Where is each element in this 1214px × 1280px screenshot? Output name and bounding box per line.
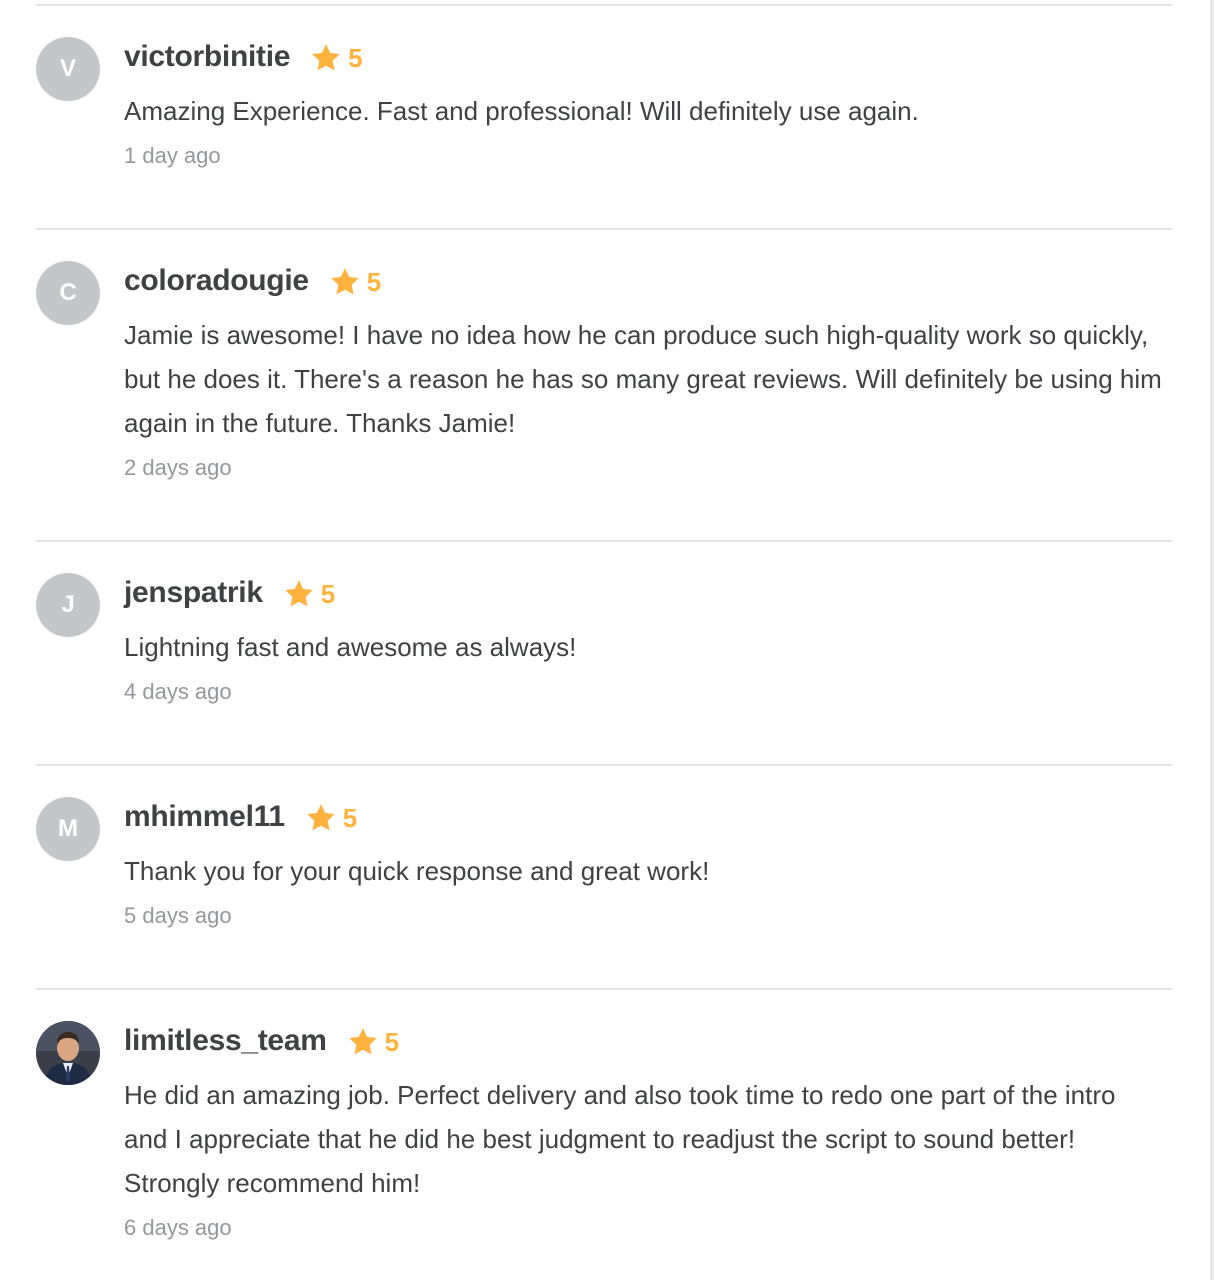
- scrollbar-track[interactable]: [1210, 0, 1214, 1280]
- rating: 5: [283, 578, 335, 610]
- review-header: limitless_team 5: [124, 1021, 1172, 1061]
- review-item: M mhimmel11 5 Thank you for your quick r…: [36, 764, 1172, 988]
- review-item: J jenspatrik 5 Lightning fast and awesom…: [36, 540, 1172, 764]
- reviewer-username[interactable]: jenspatrik: [124, 576, 263, 610]
- rating: 5: [310, 42, 363, 74]
- avatar[interactable]: C: [36, 261, 100, 325]
- review-text: Jamie is awesome! I have no idea how he …: [124, 320, 1162, 438]
- review-date: 5 days ago: [124, 903, 232, 928]
- rating-score: 5: [348, 42, 363, 73]
- avatar[interactable]: V: [36, 37, 100, 101]
- reviewer-username[interactable]: limitless_team: [124, 1024, 327, 1058]
- review-item: limitless_team 5 He did an amazing job. …: [36, 988, 1172, 1280]
- reviewer-username[interactable]: mhimmel11: [124, 800, 285, 834]
- rating-score: 5: [384, 1026, 400, 1057]
- star-icon: [306, 804, 335, 831]
- review-text: Lightning fast and awesome as always!: [124, 632, 577, 662]
- user-photo-avatar[interactable]: [36, 1021, 100, 1085]
- review-item: V victorbinitie 5 Amazing Experience. Fa…: [36, 4, 1172, 228]
- rating: 5: [305, 802, 357, 834]
- review-date: 4 days ago: [124, 679, 232, 704]
- review-text: Amazing Experience. Fast and professiona…: [124, 96, 919, 126]
- reviews-page: V victorbinitie 5 Amazing Experience. Fa…: [0, 0, 1214, 1280]
- review-header: victorbinitie 5: [124, 37, 1172, 77]
- user-photo-icon: [36, 1021, 100, 1085]
- rating: 5: [347, 1026, 399, 1058]
- review-header: mhimmel11 5: [124, 797, 1172, 837]
- avatar[interactable]: M: [36, 797, 100, 861]
- reviewer-username[interactable]: coloradougie: [124, 264, 309, 298]
- star-icon: [312, 44, 340, 71]
- review-date: 2 days ago: [124, 455, 232, 480]
- rating-score: 5: [320, 578, 336, 609]
- review-text: Thank you for your quick response and gr…: [124, 856, 710, 886]
- rating-score: 5: [342, 802, 358, 833]
- review-header: coloradougie 5: [124, 261, 1172, 301]
- star-icon: [331, 268, 359, 295]
- review-text: He did an amazing job. Perfect delivery …: [124, 1080, 1116, 1198]
- review-list: V victorbinitie 5 Amazing Experience. Fa…: [36, 4, 1172, 1280]
- review-header: jenspatrik 5: [124, 573, 1172, 613]
- avatar[interactable]: J: [36, 573, 100, 637]
- review-date: 6 days ago: [124, 1215, 232, 1240]
- rating: 5: [329, 266, 381, 298]
- star-icon: [348, 1028, 377, 1055]
- review-item: C coloradougie 5 Jamie is awesome! I hav…: [36, 228, 1172, 540]
- rating-score: 5: [366, 266, 382, 297]
- star-icon: [285, 580, 313, 607]
- reviewer-username[interactable]: victorbinitie: [124, 40, 290, 74]
- review-date: 1 day ago: [124, 143, 221, 168]
